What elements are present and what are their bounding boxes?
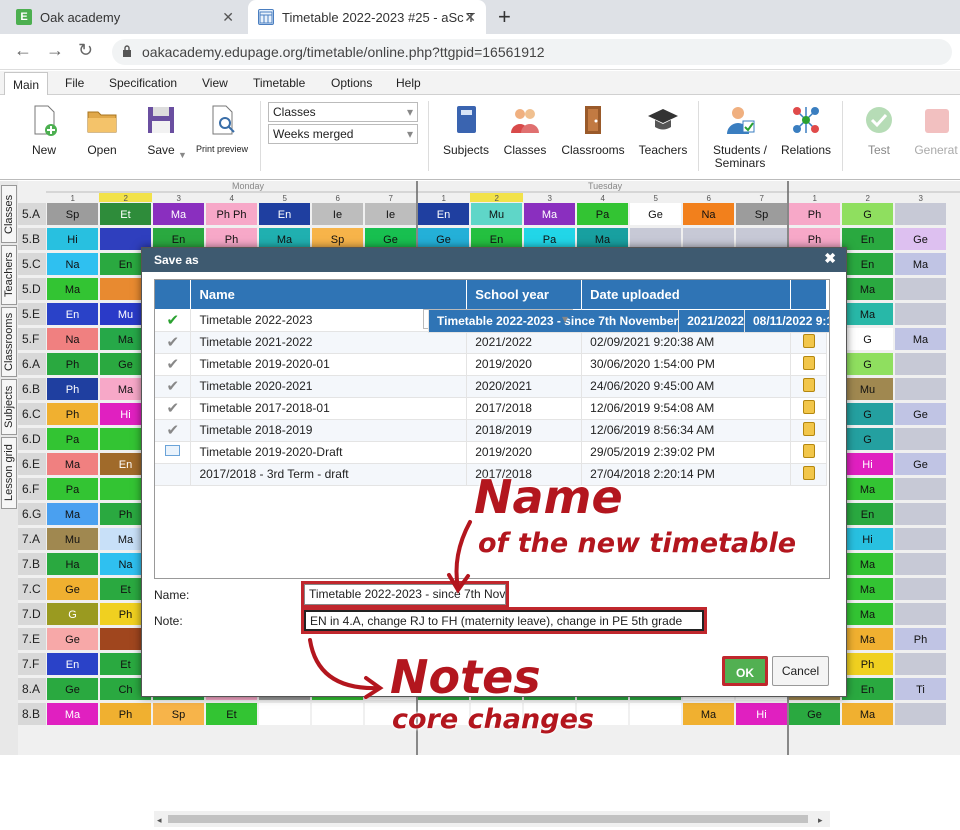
svg-text:▸: ▸ bbox=[818, 815, 823, 825]
annotation-notes-caption: core changes bbox=[392, 704, 594, 735]
svg-text:◂: ◂ bbox=[157, 815, 162, 825]
annotation-name-heading: Name bbox=[474, 470, 623, 524]
horizontal-scrollbar[interactable]: ◂ ▸ bbox=[154, 811, 830, 827]
annotation-name-caption: of the new timetable bbox=[478, 528, 797, 559]
annotation-arrows bbox=[308, 520, 472, 699]
annotation-notes-heading: Notes bbox=[390, 650, 541, 704]
